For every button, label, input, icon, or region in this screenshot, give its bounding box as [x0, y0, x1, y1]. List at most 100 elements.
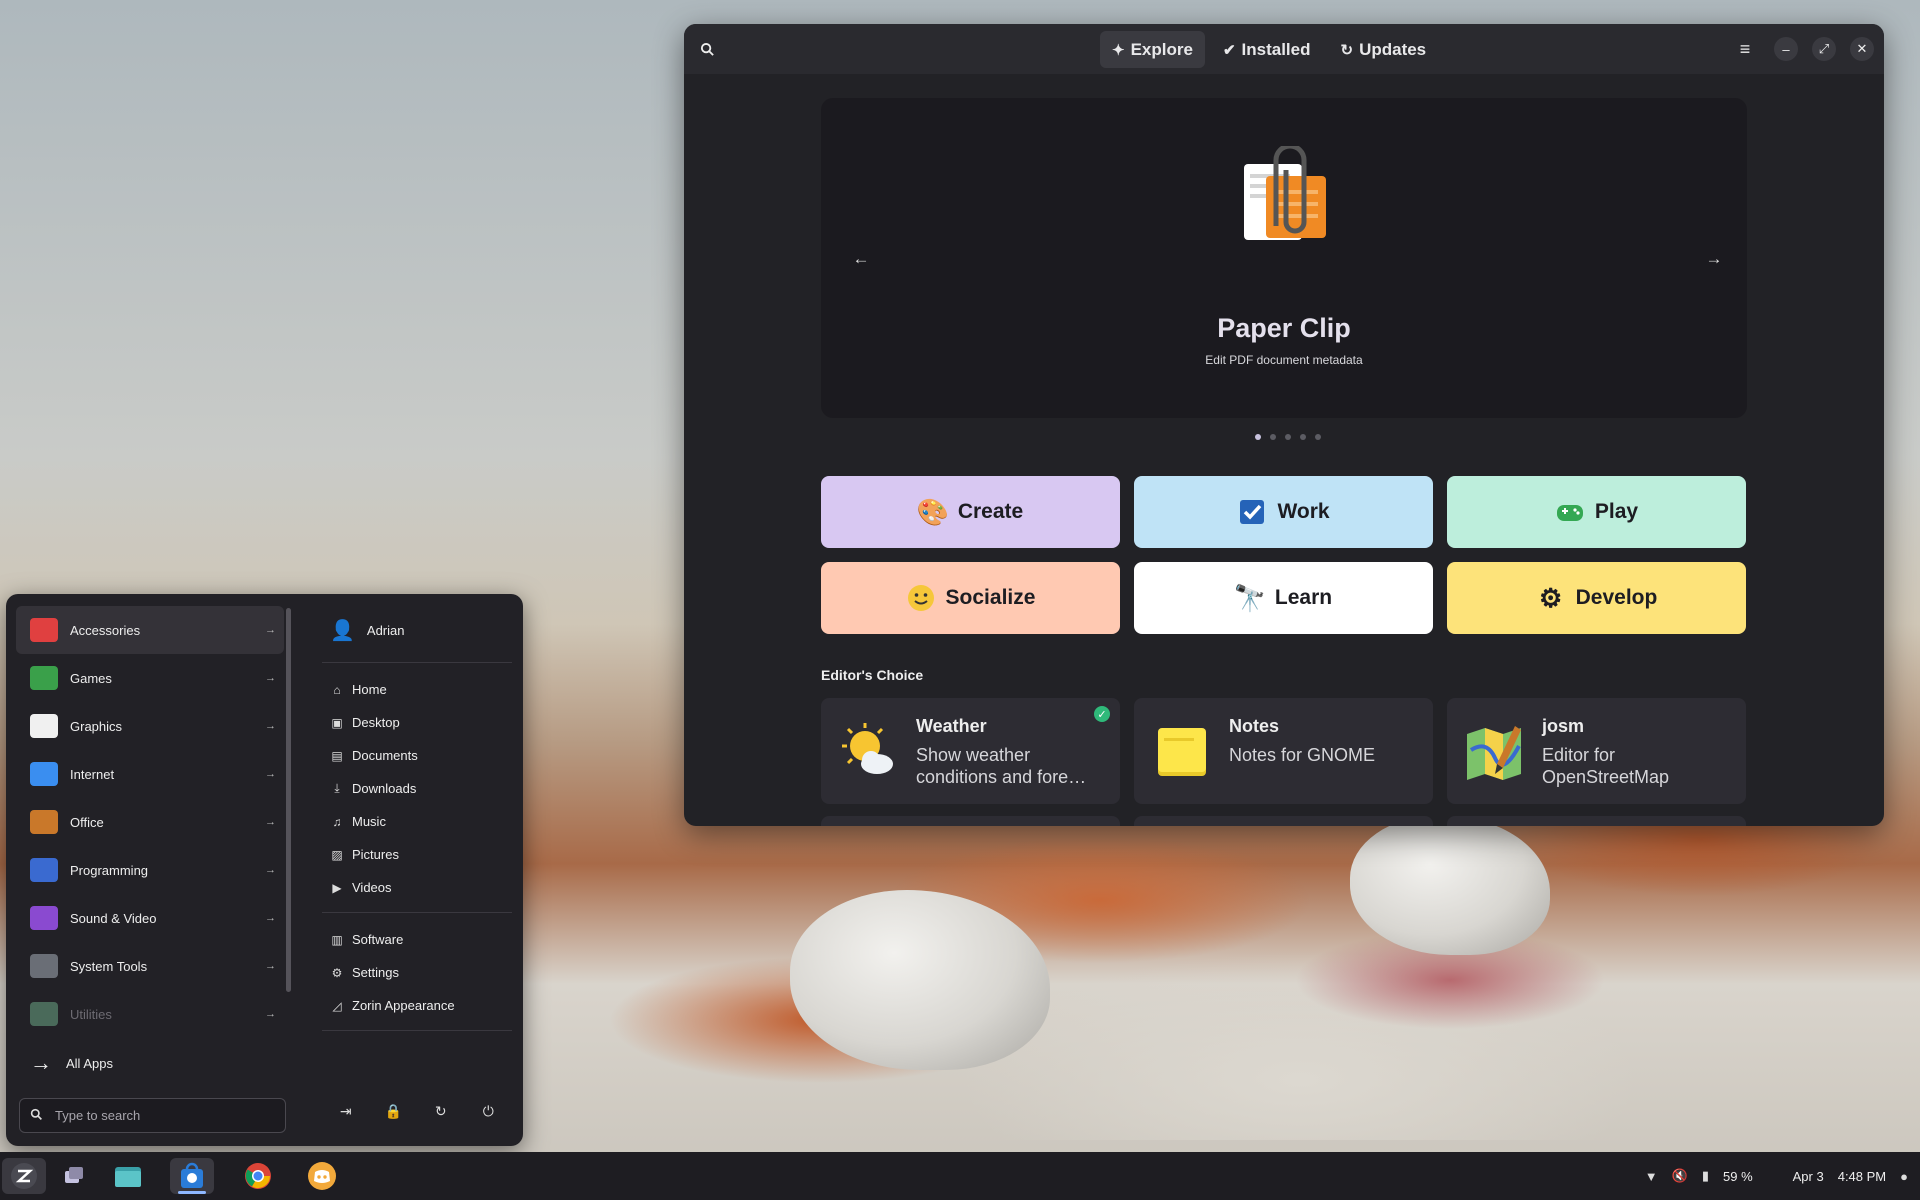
category-label: Develop [1575, 586, 1658, 609]
volume-muted-icon: 🔇 [1671, 1168, 1688, 1183]
all-apps-button[interactable]: → All Apps [30, 1048, 113, 1078]
search-input[interactable] [55, 1108, 255, 1123]
place-label: Home [352, 682, 387, 697]
tab-installed[interactable]: ✔ Installed [1211, 31, 1323, 68]
category-label: Socialize [945, 586, 1036, 609]
place-home[interactable]: ⌂ Home [322, 673, 512, 706]
category-socialize[interactable]: Socialize [821, 562, 1120, 634]
user-name: Adrian [366, 622, 405, 638]
files-app-button[interactable] [106, 1158, 150, 1194]
gears-icon: ⚙ [1538, 582, 1563, 613]
document-icon: ▤ [331, 748, 343, 763]
category-internet[interactable]: Internet → [16, 750, 284, 798]
telescope-icon: 🔭 [1233, 582, 1267, 613]
main-menu-button[interactable]: ≡ [1730, 34, 1760, 64]
system-software[interactable]: ▥ Software [322, 923, 512, 956]
category-label: Internet [70, 766, 115, 782]
close-button[interactable]: ✕ [1850, 37, 1874, 61]
refresh-icon: ↻ [1340, 41, 1354, 59]
carousel-next-button[interactable]: → [1701, 246, 1727, 272]
video-icon: ▶ [332, 880, 342, 895]
carousel-dot[interactable] [1285, 434, 1291, 440]
user-account-button[interactable]: 👤 Adrian [322, 606, 512, 654]
category-label: Games [70, 670, 112, 686]
clock-date[interactable]: Apr 3 [1793, 1169, 1824, 1184]
category-utilities[interactable]: Utilities → [16, 990, 284, 1038]
place-label: Pictures [352, 847, 399, 862]
place-desktop[interactable]: ▣ Desktop [322, 706, 512, 739]
clock-time[interactable]: 4:48 PM [1838, 1169, 1886, 1184]
category-create[interactable]: 🎨 Create [821, 476, 1120, 548]
places-panel: 👤 Adrian ⌂ Home ▣ Desktop ▤ Documents ⤓ Down… [322, 606, 512, 1041]
place-downloads[interactable]: ⤓ Downloads [322, 772, 512, 805]
category-system-tools[interactable]: System Tools → [16, 942, 284, 990]
software-app-button[interactable] [170, 1158, 214, 1194]
category-graphics[interactable]: Graphics → [16, 702, 284, 750]
category-label: Play [1594, 500, 1639, 523]
search-button[interactable] [692, 34, 722, 64]
tab-updates[interactable]: ↻ Updates [1328, 31, 1438, 68]
category-accessories[interactable]: Accessories → [16, 606, 284, 654]
start-search[interactable] [19, 1098, 286, 1133]
divider [322, 662, 512, 663]
category-sound-video[interactable]: Sound & Video → [16, 894, 284, 942]
chrome-icon [245, 1163, 271, 1189]
category-develop[interactable]: ⚙ Develop [1447, 562, 1746, 634]
category-learn[interactable]: 🔭 Learn [1134, 562, 1433, 634]
divider [322, 1030, 512, 1031]
check-circle-icon: ✔ [1222, 41, 1236, 59]
carousel-dot[interactable] [1315, 434, 1321, 440]
notification-dot-icon[interactable]: ● [1900, 1169, 1908, 1184]
chrome-app-button[interactable] [236, 1158, 280, 1194]
arrow-right-icon: → [1705, 249, 1723, 268]
place-label: Videos [352, 880, 392, 895]
app-tile-josm[interactable]: josm Editor for OpenStreetMap [1447, 698, 1746, 804]
app-name: Weather [916, 716, 987, 736]
category-games[interactable]: Games → [16, 654, 284, 702]
zorin-menu-button[interactable] [2, 1158, 46, 1194]
place-music[interactable]: ♫ Music [322, 805, 512, 838]
software-window: ✦ Explore ✔ Installed ↻ Updates ≡ – ⤢ ✕ … [684, 24, 1884, 826]
category-programming[interactable]: Programming → [16, 846, 284, 894]
lock-icon[interactable]: 🔒 [378, 1096, 408, 1126]
system-zorin-appearance[interactable]: ◿ Zorin Appearance [322, 989, 512, 1022]
discord-app-button[interactable] [300, 1158, 344, 1194]
logout-icon[interactable]: ⇥ [331, 1096, 361, 1126]
system-settings[interactable]: ⚙ Settings [322, 956, 512, 989]
place-videos[interactable]: ▶ Videos [322, 871, 512, 904]
app-tile-notes[interactable]: Notes Notes for GNOME [1134, 698, 1433, 804]
place-pictures[interactable]: ▨ Pictures [322, 838, 512, 871]
workspaces-button[interactable] [52, 1158, 96, 1194]
category-label: Graphics [70, 718, 123, 734]
category-play[interactable]: Play [1447, 476, 1746, 548]
app-summary: Show weather conditions and fore… [916, 745, 1087, 787]
workspaces-icon [65, 1167, 83, 1183]
carousel-dot[interactable] [1255, 434, 1261, 440]
chevron-right-icon: → [265, 864, 276, 876]
maximize-button[interactable]: ⤢ [1812, 37, 1836, 61]
battery-icon: ▮ [1701, 1168, 1709, 1183]
app-tile-weather[interactable]: Weather Show weather conditions and fore… [821, 698, 1120, 804]
tab-explore[interactable]: ✦ Explore [1100, 31, 1205, 68]
folder-icon [115, 1167, 141, 1187]
restart-icon[interactable]: ↻ [426, 1096, 456, 1126]
checkbox-icon [1240, 500, 1265, 524]
featured-carousel[interactable]: ← Paper Clip Edit PDF document metadata … [821, 98, 1747, 418]
carousel-prev-button[interactable]: ← [848, 246, 874, 272]
category-work[interactable]: Work [1134, 476, 1433, 548]
session-actions: ⇥ 🔒 ↻ ⏻ [322, 1096, 512, 1126]
system-tray[interactable]: ▼ 🔇 ▮ 59 % Apr 3 4:48 PM ● [1645, 1152, 1920, 1200]
divider [322, 912, 512, 913]
place-documents[interactable]: ▤ Documents [322, 739, 512, 772]
category-office[interactable]: Office → [16, 798, 284, 846]
carousel-dot[interactable] [1300, 434, 1306, 440]
category-label: Work [1277, 500, 1330, 523]
category-scrollbar[interactable] [286, 608, 291, 992]
gamepad-icon [1556, 505, 1583, 521]
power-icon[interactable]: ⏻ [473, 1096, 503, 1126]
minimize-button[interactable]: – [1774, 37, 1798, 61]
place-label: Documents [352, 748, 418, 763]
carousel-dot[interactable] [1270, 434, 1276, 440]
view-switcher: ✦ Explore ✔ Installed ↻ Updates [1100, 31, 1438, 68]
app-name: Notes [1229, 716, 1280, 736]
